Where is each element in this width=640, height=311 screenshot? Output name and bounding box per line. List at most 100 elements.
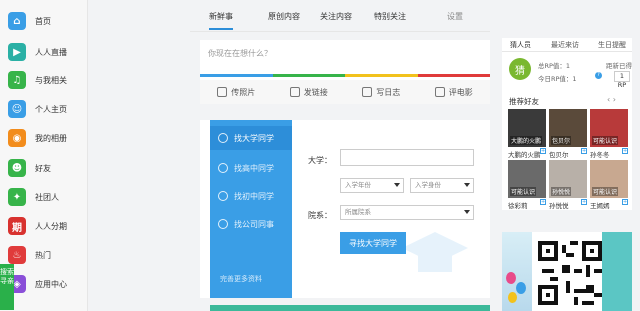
tab-recent-visitors[interactable]: 最近来访 (551, 40, 579, 50)
friend-tag: 可能认识 (510, 187, 537, 196)
year-select[interactable]: 入学年份 (340, 178, 404, 193)
friend-card[interactable]: 可能认识 徐彩莉 + (508, 160, 546, 211)
qr-code-icon (538, 241, 602, 305)
add-friend-icon[interactable]: + (540, 148, 546, 154)
university-input[interactable] (340, 149, 474, 166)
status-input[interactable]: 你现在在想什么？ (208, 48, 272, 59)
find-middleschool-classmates[interactable]: 找初中同学 (210, 184, 292, 208)
divider (190, 31, 490, 32)
friend-card[interactable]: 孙悦悦 孙悦悦 + (549, 160, 587, 211)
dept-select[interactable]: 所属院系 (340, 205, 474, 220)
rank-value: 1 RP (614, 71, 630, 89)
avatar: 可能认识 (508, 160, 546, 198)
tab-guess[interactable]: 猜人员 (510, 40, 531, 50)
sidebar-item-hot[interactable]: ♨ 热门 (8, 243, 88, 267)
friend-card[interactable]: 可能认识 孙冬冬 + (590, 109, 628, 160)
fnav-label: 找大学同学 (234, 133, 274, 143)
friend-tag: 可能认识 (592, 187, 619, 196)
feed-item-strip (210, 305, 490, 311)
classmate-finder: 找大学同学 找高中同学 找初中同学 找公司同事 完善更多资料 大学： 入学年份 … (200, 120, 490, 298)
action-label: 传照片 (231, 87, 256, 97)
identity-select[interactable]: 入学身份 (410, 178, 474, 193)
related-icon: ♫ (8, 71, 26, 89)
tab-special-follow[interactable]: 特别关注 (374, 11, 406, 22)
tab-birthday[interactable]: 生日提醒 (598, 40, 626, 50)
friend-tag: 可能认识 (592, 136, 619, 145)
avatar: 大鹏的火鹏 (508, 109, 546, 147)
sidebar-item-installment[interactable]: 期 人人分期 (8, 214, 88, 238)
sidebar-item-label: 与我相关 (35, 75, 67, 85)
link-icon (289, 87, 300, 97)
fnav-label: 找公司同事 (234, 219, 274, 229)
action-label: 评电影 (448, 87, 473, 97)
find-college-classmates[interactable]: 找大学同学 (210, 126, 292, 150)
complete-profile-link[interactable]: 完善更多资料 (220, 274, 262, 284)
dept-placeholder: 所属院系 (345, 208, 371, 216)
sidebar-item-live[interactable]: ▶ 人人直播 (8, 40, 88, 64)
review-movie-button[interactable]: 评电影 (418, 80, 491, 104)
avatar: 包贝尔 (549, 109, 587, 147)
settings-link[interactable]: 设置 (447, 11, 463, 22)
friend-tag: 大鹏的火鹏 (510, 136, 543, 145)
chevron-down-icon (464, 210, 470, 214)
add-friend-icon[interactable]: + (581, 148, 587, 154)
sidebar-item-profile[interactable]: ☺ 个人主页 (8, 97, 88, 121)
ad-banner-right (602, 232, 632, 311)
graduation-cap-icon (218, 133, 228, 143)
installment-icon: 期 (8, 217, 26, 235)
avatar: 可能认识 (590, 109, 628, 147)
tab-following[interactable]: 关注内容 (320, 11, 352, 22)
action-label: 发链接 (303, 87, 328, 97)
friend-card[interactable]: 包贝尔 包贝尔 + (549, 109, 587, 160)
add-friend-icon[interactable]: + (622, 199, 628, 205)
briefcase-icon (218, 219, 228, 229)
sidebar-item-home[interactable]: ⌂ 首页 (8, 9, 88, 33)
edit-icon (362, 87, 373, 97)
sidebar-item-apps[interactable]: ◈ 应用中心 (8, 272, 88, 296)
university-label: 大学： (308, 156, 332, 165)
sidebar-item-label: 人人分期 (35, 221, 67, 231)
camera-icon (217, 87, 228, 97)
person-icon (218, 163, 228, 173)
action-label: 写日志 (376, 87, 401, 97)
finder-nav: 找大学同学 找高中同学 找初中同学 找公司同事 完善更多资料 (210, 120, 292, 298)
tab-original[interactable]: 原创内容 (268, 11, 300, 22)
share-link-button[interactable]: 发链接 (273, 80, 346, 104)
friend-tag: 孙悦悦 (551, 187, 572, 196)
friend-card[interactable]: 可能认识 王嫣嫣 + (590, 160, 628, 211)
search-tab[interactable]: 搜索寻亲 (0, 264, 14, 310)
fnav-label: 找高中同学 (234, 163, 274, 173)
avatar: 可能认识 (590, 160, 628, 198)
sidebar-item-club[interactable]: ✦ 社团人 (8, 185, 88, 209)
write-blog-button[interactable]: 写日志 (345, 80, 418, 104)
renren-home: ⌂ 首页 ▶ 人人直播 ♫ 与我相关 ☺ 个人主页 ◉ 我的相册 ☻ 好友 ✦ … (0, 0, 640, 311)
ad-banner-left (502, 232, 532, 311)
add-friend-icon[interactable]: + (581, 199, 587, 205)
sidebar-item-album[interactable]: ◉ 我的相册 (8, 126, 88, 150)
chevron-down-icon (394, 183, 400, 187)
help-icon[interactable]: ? (595, 72, 602, 79)
friends-icon: ☻ (8, 159, 26, 177)
add-friend-icon[interactable]: + (622, 148, 628, 154)
avatar: 孙悦悦 (549, 160, 587, 198)
promo-ad[interactable] (502, 232, 632, 311)
sidebar-item-label: 我的相册 (35, 133, 67, 143)
tab-news-feed[interactable]: 新鲜事 (209, 11, 233, 30)
chevron-down-icon (464, 183, 470, 187)
find-classmates-button[interactable]: 寻找大学同学 (340, 232, 406, 254)
friend-card[interactable]: 大鹏的火鹏 大鹏的火鹏 + (508, 109, 546, 160)
sidebar-item-related[interactable]: ♫ 与我相关 (8, 68, 88, 92)
sidebar-item-label: 好友 (35, 163, 51, 173)
find-coworkers[interactable]: 找公司同事 (210, 212, 292, 236)
sidebar-item-friends[interactable]: ☻ 好友 (8, 156, 88, 180)
upload-photo-button[interactable]: 传照片 (200, 80, 273, 104)
carousel-nav-icon[interactable]: ‹ › (607, 95, 616, 104)
live-icon: ▶ (8, 43, 26, 61)
album-icon: ◉ (8, 129, 26, 147)
club-icon: ✦ (8, 188, 26, 206)
ball-icon (218, 191, 228, 201)
find-highschool-classmates[interactable]: 找高中同学 (210, 156, 292, 180)
dept-label: 院系： (308, 211, 332, 220)
add-friend-icon[interactable]: + (540, 199, 546, 205)
profile-icon: ☺ (8, 100, 26, 118)
